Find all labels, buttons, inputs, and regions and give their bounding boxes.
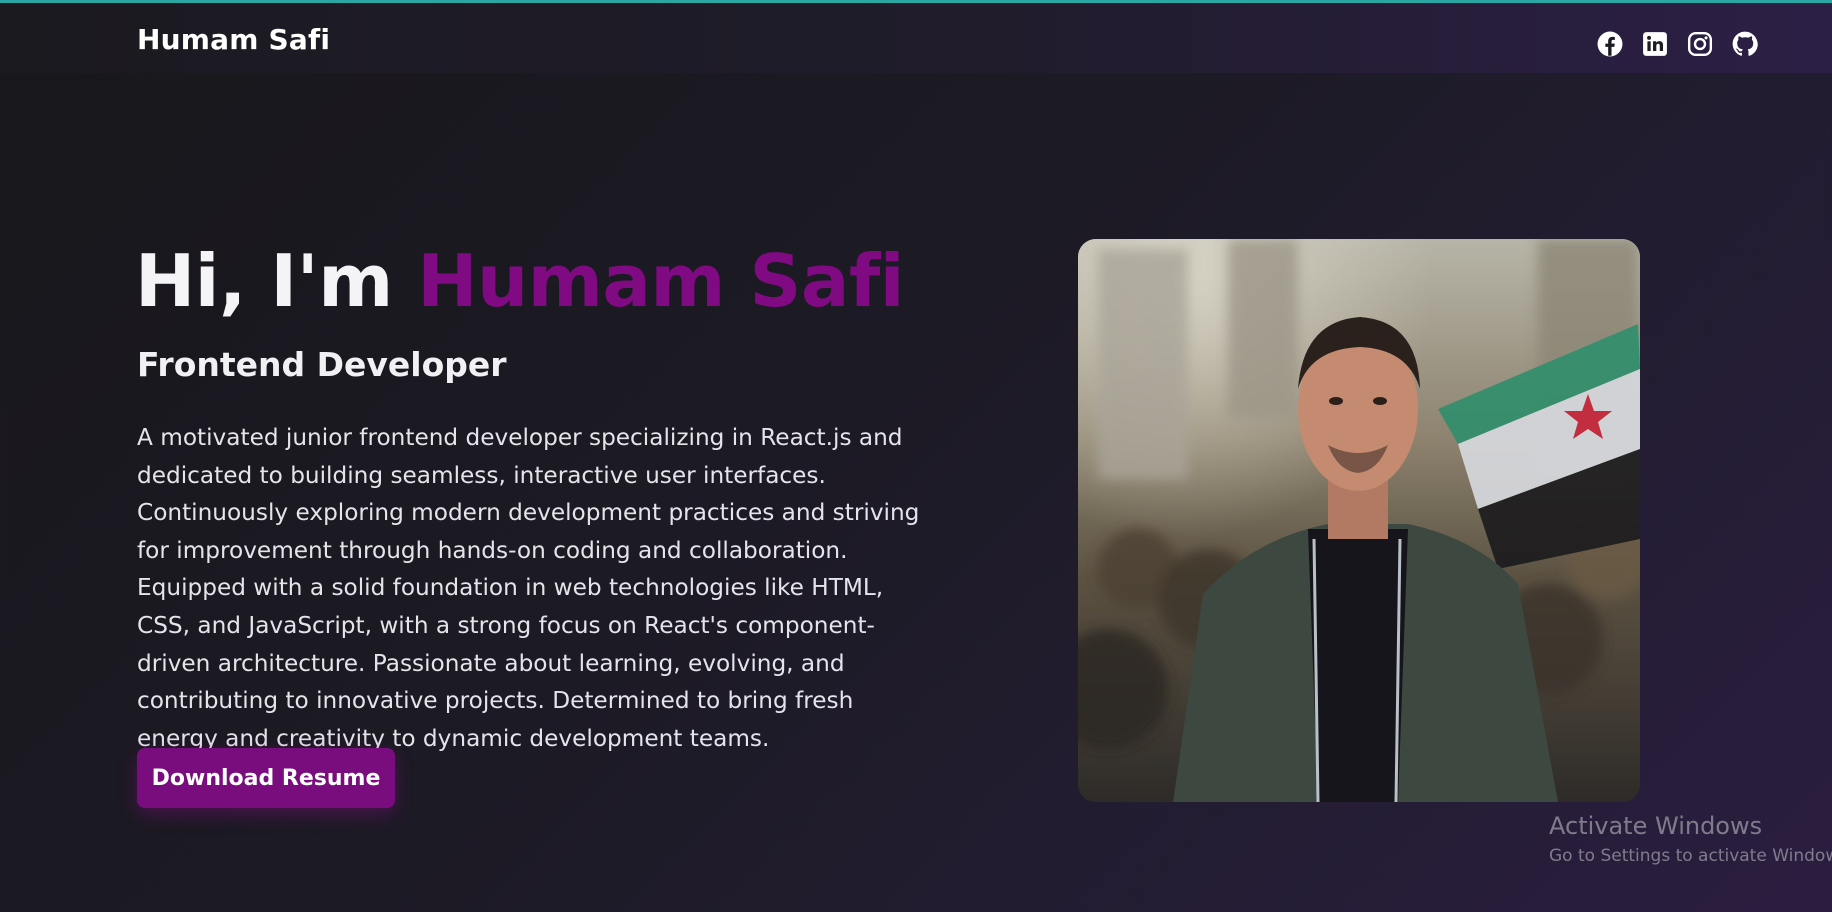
brand-logo[interactable]: Humam Safi	[137, 23, 330, 56]
github-link[interactable]	[1732, 31, 1758, 57]
watermark-subtitle: Go to Settings to activate Windows.	[1549, 846, 1832, 866]
linkedin-icon	[1642, 31, 1668, 57]
profile-photo	[1078, 239, 1640, 802]
github-icon	[1732, 31, 1758, 57]
navbar: Humam Safi	[0, 3, 1832, 73]
hero-bio: A motivated junior frontend developer sp…	[137, 424, 920, 752]
facebook-link[interactable]	[1597, 31, 1623, 57]
social-links	[1597, 31, 1758, 57]
linkedin-link[interactable]	[1642, 31, 1668, 57]
instagram-link[interactable]	[1687, 31, 1713, 57]
hero-title: Hi, I'm Humam Safi	[135, 236, 904, 326]
hero-role: Frontend Developer	[137, 345, 507, 384]
hero-greeting: Hi, I'm	[135, 239, 418, 323]
download-resume-button[interactable]: Download Resume	[137, 748, 395, 808]
instagram-icon	[1687, 31, 1713, 57]
watermark-title: Activate Windows	[1549, 812, 1763, 840]
windows-activation-watermark: Activate Windows Go to Settings to activ…	[1549, 812, 1832, 866]
hero-name: Humam Safi	[417, 239, 904, 323]
facebook-icon	[1597, 31, 1623, 57]
